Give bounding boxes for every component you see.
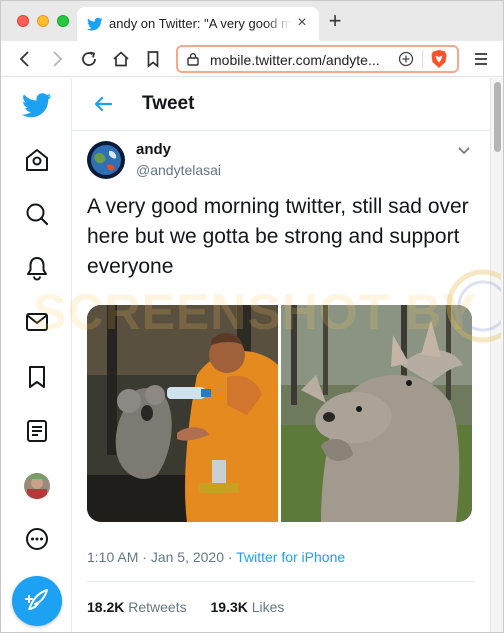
tweet-stats: 18.2K Retweets 19.3K Likes — [87, 599, 304, 615]
author-avatar[interactable] — [87, 141, 125, 179]
retweets-stat[interactable]: 18.2K Retweets — [87, 599, 187, 615]
chevron-down-icon[interactable] — [456, 142, 472, 158]
home-button-icon[interactable] — [111, 49, 131, 69]
retweets-label: Retweets — [128, 599, 187, 615]
meta-separator: · — [227, 549, 233, 565]
divider — [87, 581, 475, 582]
back-arrow-icon[interactable] — [92, 93, 114, 115]
tweet-timestamp: 1:10 AM · Jan 5, 2020 · Twitter for iPho… — [87, 549, 345, 565]
twitter-favicon-icon — [87, 17, 103, 31]
address-bar-divider — [422, 50, 423, 68]
browser-tab-active[interactable]: andy on Twitter: "A very good morning tw… — [77, 7, 319, 41]
profile-avatar[interactable] — [24, 473, 50, 499]
tweet-date[interactable]: Jan 5, 2020 — [151, 549, 224, 565]
twitter-logo-icon[interactable] — [22, 90, 52, 120]
tweet-text: A very good morning twitter, still sad o… — [87, 195, 469, 278]
close-window-button[interactable] — [17, 15, 29, 27]
page-scrollbar[interactable] — [490, 78, 503, 632]
brave-shields-icon[interactable] — [430, 49, 448, 69]
browser-toolbar: mobile.twitter.com/andyte... — [1, 41, 503, 77]
tweet-source-link[interactable]: Twitter for iPhone — [236, 549, 345, 565]
bookmark-page-icon[interactable] — [143, 49, 163, 69]
forward-icon[interactable] — [47, 49, 67, 69]
tweet-time[interactable]: 1:10 AM — [87, 549, 138, 565]
notifications-bell-icon[interactable] — [23, 254, 51, 282]
likes-label: Likes — [251, 599, 285, 615]
address-bar[interactable]: mobile.twitter.com/andyte... — [176, 45, 459, 73]
home-icon[interactable] — [23, 146, 51, 174]
url-text[interactable]: mobile.twitter.com/andyte... — [210, 52, 396, 68]
author-handle[interactable]: @andytelasai — [136, 162, 221, 178]
koala-drinking-water-photo[interactable] — [87, 305, 278, 522]
likes-stat[interactable]: 19.3K Likes — [211, 599, 285, 615]
explore-search-icon[interactable] — [23, 200, 51, 228]
scrollbar-thumb[interactable] — [494, 82, 501, 152]
likes-count: 19.3K — [210, 599, 248, 615]
earth-photo — [87, 141, 125, 179]
profile-photo — [24, 473, 50, 499]
new-tab-button[interactable]: + — [323, 10, 347, 34]
kangaroo-hugging-photo[interactable] — [281, 305, 472, 522]
author-name[interactable]: andy — [136, 141, 171, 158]
tweet-media[interactable] — [87, 305, 472, 522]
tweet-detail: Tweet andy @andytelasai A very good morn… — [72, 78, 490, 632]
messages-mail-icon[interactable] — [23, 308, 51, 336]
maximize-window-button[interactable] — [57, 15, 69, 27]
minimize-window-button[interactable] — [37, 15, 49, 27]
twitter-sidebar — [1, 78, 72, 632]
back-icon[interactable] — [15, 49, 35, 69]
menu-hamburger-icon[interactable] — [473, 49, 489, 69]
tab-close-icon[interactable]: × — [293, 14, 311, 32]
retweets-count: 18.2K — [87, 599, 125, 615]
more-icon[interactable] — [23, 525, 51, 553]
lock-icon — [187, 53, 199, 66]
add-bookmark-icon[interactable] — [398, 51, 414, 67]
meta-separator: · — [142, 549, 147, 565]
page-header: Tweet — [72, 78, 490, 131]
bookmarks-icon[interactable] — [23, 363, 51, 391]
tab-title: andy on Twitter: "A very good morning tw… — [109, 16, 291, 31]
reload-icon[interactable] — [79, 49, 99, 69]
compose-tweet-icon — [25, 589, 48, 611]
lists-icon[interactable] — [23, 417, 51, 445]
page-title: Tweet — [142, 93, 195, 114]
tab-bar: andy on Twitter: "A very good morning tw… — [1, 1, 503, 41]
browser-window: andy on Twitter: "A very good morning tw… — [0, 0, 504, 633]
compose-tweet-button[interactable] — [12, 576, 62, 626]
